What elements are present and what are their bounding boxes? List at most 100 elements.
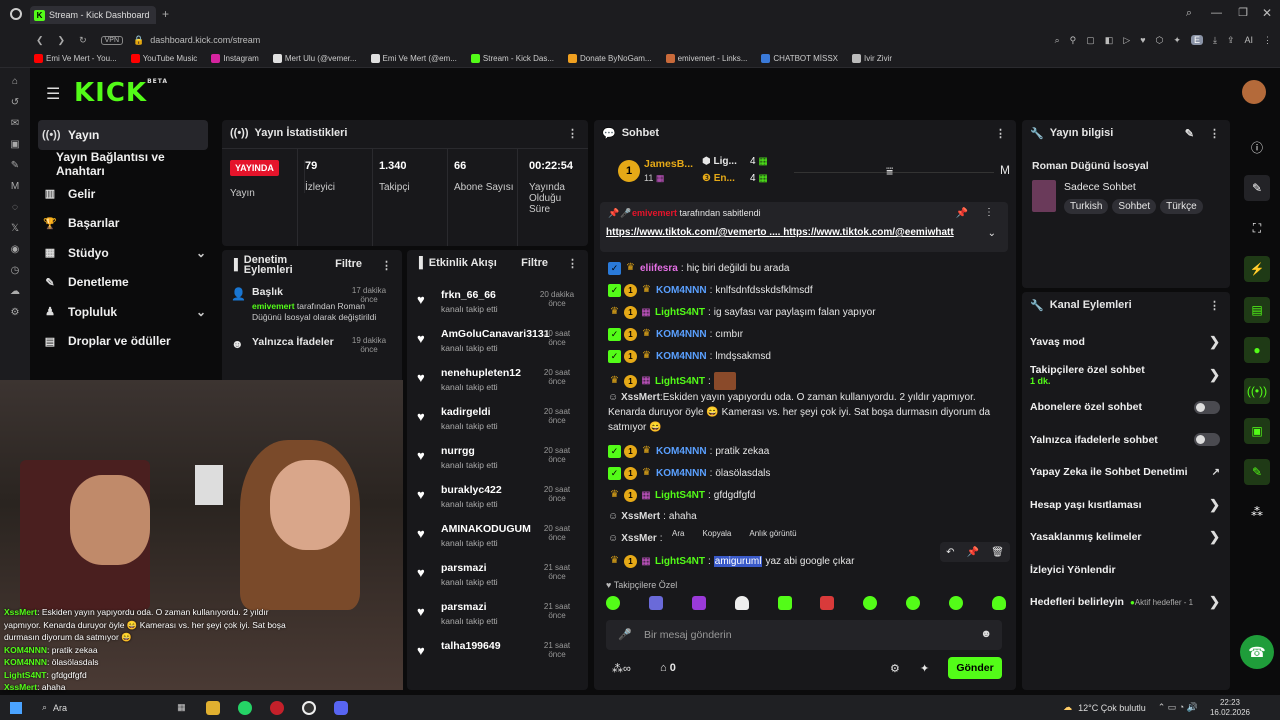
url-input[interactable]: dashboard.kick.com/stream [150, 35, 260, 45]
pinned-menu-icon[interactable]: ⋮ [984, 207, 994, 218]
activity-item[interactable]: ♥ AMINAKODUGUM kanalı takip etti 20 saat ön… [407, 520, 588, 559]
activity-item[interactable]: ♥ nurrgg kanalı takip etti 20 saat önce [407, 442, 588, 481]
mic-input-icon[interactable]: 🎤 [618, 628, 632, 641]
nav-item-2[interactable]: ▥ Gelir [30, 179, 216, 209]
tag-turkish[interactable]: Turkish [1064, 199, 1109, 214]
reload-icon[interactable]: ↻ [79, 35, 87, 46]
windows-start-icon[interactable] [10, 701, 22, 714]
nav-item-7[interactable]: ▤ Droplar ve ödüller [30, 327, 216, 357]
context-copy[interactable]: Kopyala [702, 529, 731, 538]
nav-item-1[interactable]: Yayın Bağlantısı ve Anahtarı [30, 150, 216, 180]
activity-item[interactable]: ♥ buraklyc422 kanalı takip etti 20 saat önc… [407, 481, 588, 520]
emote-4[interactable] [734, 596, 749, 610]
chat-message[interactable]: ✓ 1 ♛ KOM4NNN: cımbır [608, 328, 743, 341]
play-icon[interactable]: ▷ [1123, 35, 1130, 46]
nav-item-5[interactable]: ✎ Denetleme [30, 268, 216, 298]
new-tab-icon[interactable]: + [162, 7, 169, 21]
explorer-icon[interactable] [205, 700, 220, 715]
sidebar-settings-icon[interactable]: ⚙ [11, 307, 20, 318]
emote-7[interactable] [863, 596, 878, 610]
extension-icon[interactable]: ◧ [1105, 35, 1114, 46]
user-avatar[interactable] [1242, 80, 1266, 104]
cube-icon[interactable]: ⬡ [1156, 35, 1164, 46]
moderation-menu-icon[interactable]: ⋮ [381, 259, 392, 272]
channel-action-item[interactable]: İzleyici Yönlendir [1022, 554, 1230, 587]
activity-item[interactable]: ♥ AmGoluCanavari3131 kanalı takip etti 20 s… [407, 325, 588, 364]
sidebar-wallet-icon[interactable]: ▣ [10, 139, 19, 150]
chat-username[interactable]: eliifesra [640, 263, 678, 274]
puzzle-icon[interactable]: ✦ [1173, 35, 1181, 46]
top-gifter-name[interactable]: JamesB... [644, 158, 693, 170]
share-icon[interactable]: ⇪ [1227, 35, 1235, 46]
browser-logo-icon[interactable] [10, 8, 22, 20]
obs-icon[interactable] [301, 700, 316, 715]
toggle-switch[interactable] [1194, 400, 1220, 414]
chat-username[interactable]: KOM4NNN [656, 446, 707, 457]
activity-filter-button[interactable]: Filtre [521, 257, 548, 269]
bookmark-2[interactable]: Instagram [211, 54, 259, 63]
chat-message[interactable]: ✓ 1 ♛ KOM4NNN: lmdşsakmsd [608, 350, 771, 363]
chat-message[interactable]: ✓ ♛ eliifesra: hiç biri değildi bu arada [608, 262, 789, 275]
infinity-icon[interactable]: ⁂∞ [612, 662, 631, 675]
bookmark-6[interactable]: Donate ByNoGam... [568, 54, 652, 63]
activity-item[interactable]: ♥ parsmazi kanalı takip etti 21 saat önce [407, 598, 588, 637]
opera-icon[interactable] [269, 700, 284, 715]
activity-item[interactable]: ♥ nenehupleten12 kanalı takip etti 20 saat … [407, 364, 588, 403]
activity-item[interactable]: ♥ talha199649 21 saat önce [407, 637, 588, 676]
chat-username[interactable]: KOM4NNN [656, 351, 707, 362]
nav-item-6[interactable]: ♟ Topluluk ⌄ [30, 297, 216, 327]
whatsapp-icon[interactable] [237, 700, 252, 715]
chat-message[interactable]: ☺ XssMert: ahaha [608, 511, 697, 522]
channel-action-item[interactable]: Yalnızca ifadelerle sohbet [1022, 424, 1230, 457]
menu-icon[interactable]: ⋮ [1263, 35, 1272, 46]
sidebar-maps-icon[interactable]: ✎ [11, 160, 19, 171]
pinned-text[interactable]: https://www.tiktok.com/@vemerto .... htt… [606, 227, 954, 238]
highlighted-text[interactable]: amiguruml [713, 556, 763, 567]
activity-item[interactable]: ♥ parsmazi kanalı takip etti 21 saat önce [407, 559, 588, 598]
bookmark-0[interactable]: Emi Ve Mert - You... [34, 54, 117, 63]
channel-action-item[interactable]: Yapay Zeka ile Sohbet Denetimi ↗ [1022, 456, 1230, 489]
bookmark-8[interactable]: CHATBOT MİSSX [761, 54, 838, 63]
community-icon[interactable]: ⁂ [1244, 499, 1270, 525]
chat-username[interactable]: KOM4NNN [656, 285, 707, 296]
bookmark-9[interactable]: Ivir Zivir [852, 54, 892, 63]
tag-turkce[interactable]: Türkçe [1160, 199, 1203, 214]
bookmark-1[interactable]: YouTube Music [130, 54, 197, 63]
emote-1[interactable] [606, 596, 620, 610]
emote-6[interactable] [820, 596, 835, 610]
channel-actions-menu-icon[interactable]: ⋮ [1209, 299, 1220, 312]
sidebar-m-icon[interactable]: M [11, 181, 19, 192]
edit-icon[interactable]: ✎ [1185, 127, 1194, 140]
sidebar-x-icon[interactable]: 𝕏 [11, 223, 19, 234]
chat-message[interactable]: ☺ XssMer: [608, 533, 666, 544]
chat-input[interactable]: Bir mesaj gönderin [644, 629, 732, 641]
vpn-badge[interactable]: VPN [100, 35, 124, 45]
stream-info-menu-icon[interactable]: ⋮ [1209, 127, 1220, 140]
delete-icon[interactable]: 🗑 [991, 547, 1004, 558]
activity-item[interactable]: ♥ frkn_66_66 kanalı takip etti 20 dakika ön… [407, 286, 588, 325]
taskbar-search-icon[interactable]: ⌕ [42, 702, 47, 713]
chat-input-box[interactable]: 🎤 Bir mesaj gönderin ☻ [606, 620, 1002, 650]
chat-message[interactable]: ✓ 1 ♛ KOM4NNN: knlfsdnfdsskdsfklmsdf [608, 284, 813, 297]
emote-3[interactable] [691, 596, 706, 610]
channel-action-item[interactable]: Yasaklanmış kelimeler ❯ [1022, 521, 1230, 554]
back-icon[interactable]: ❮ [36, 35, 44, 46]
sidebar-history-icon[interactable]: ↺ [11, 97, 19, 108]
chat-username[interactable]: XssMer [621, 533, 657, 544]
chat-message[interactable]: ☺ XssMert:Eskiden yayın yapıyordu oda. O… [608, 390, 1000, 435]
tools-icon[interactable]: ✎ [1244, 458, 1270, 485]
search-icon[interactable]: ⌕ [1186, 7, 1192, 20]
store-icon[interactable]: ⌂ 0 [660, 662, 676, 674]
channel-action-item[interactable]: Hedefleri belirleyin ● Aktif hedefler - 1… [1022, 586, 1230, 619]
moderation-item[interactable]: 👤 Başlık 17 dakika önce emivemert tarafında… [222, 280, 402, 330]
pin-icon[interactable]: ⚲ [1070, 35, 1077, 46]
emoji-icon[interactable]: ☻ [980, 628, 992, 640]
nav-item-4[interactable]: ▦ Stüdyo ⌄ [30, 238, 216, 268]
sidebar-chat-icon[interactable]: ◌ [12, 202, 18, 213]
chat-username[interactable]: KOM4NNN [656, 329, 707, 340]
pin-message-icon[interactable]: 📌 [967, 547, 979, 558]
dashboard-icon[interactable]: ▣ [1244, 418, 1270, 444]
bookmark-4[interactable]: Emi Ve Mert (@em... [370, 54, 457, 63]
context-snapshot[interactable]: Anlık görüntü [749, 529, 796, 538]
discord-icon[interactable] [333, 700, 348, 715]
